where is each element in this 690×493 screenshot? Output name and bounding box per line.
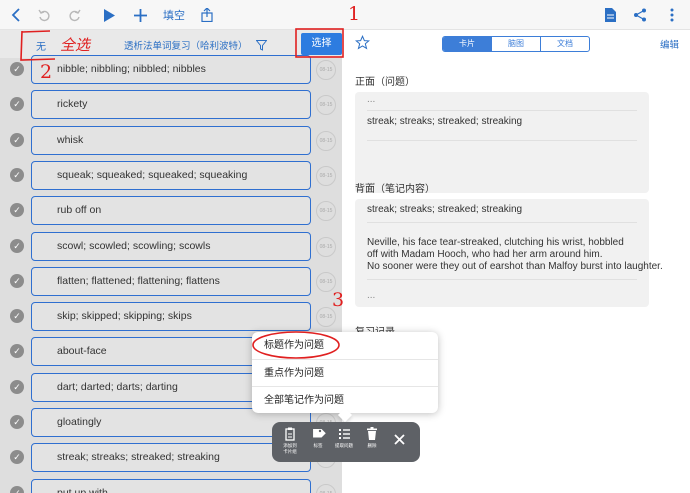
checkmark-icon[interactable]: ✓ (10, 379, 24, 394)
checkmark-icon[interactable]: ✓ (10, 344, 24, 359)
list-item[interactable]: ✓ put up with 08-15 (0, 477, 342, 493)
back-paragraph: Neville, his face tear-streaked, clutchi… (367, 237, 624, 260)
checkmark-icon[interactable]: ✓ (10, 167, 24, 182)
checkmark-icon[interactable]: ✓ (10, 309, 24, 324)
note-card[interactable]: whisk (31, 125, 311, 155)
checkmark-icon[interactable]: ✓ (10, 62, 24, 76)
list-item[interactable]: ✓ skip; skipped; skipping; skips 08-15 (0, 300, 342, 335)
tab-card[interactable]: 卡片 (443, 37, 491, 51)
list-item[interactable]: ✓ flatten; flattened; flattening; flatte… (0, 265, 342, 300)
tab-mindmap[interactable]: 脑图 (491, 37, 540, 51)
back-paragraph-2: No sooner were they out of earshot than … (367, 261, 663, 272)
select-button[interactable]: 选择 (301, 33, 342, 55)
front-text: streak; streaks; streaked; streaking (367, 116, 523, 127)
note-card[interactable]: flatten; flattened; flattening; flattens (31, 266, 311, 296)
note-card[interactable]: nibble; nibbling; nibbled; nibbles (31, 55, 311, 84)
checkmark-icon[interactable]: ✓ (10, 485, 24, 493)
undo-icon[interactable] (34, 0, 54, 30)
delete-label: 删除 (367, 443, 377, 448)
note-card[interactable]: rub off on (31, 196, 311, 226)
top-toolbar: 填空 (0, 0, 690, 30)
play-icon[interactable] (99, 0, 119, 30)
annotation-number-2: 2 (40, 61, 53, 83)
annotation-select-all: 全选 (60, 37, 91, 54)
clipboard-icon (277, 427, 303, 443)
note-card[interactable]: streak; streaks; streaked; streaking (31, 443, 311, 473)
close-icon[interactable] (387, 430, 413, 462)
add-to-deck-label: 添加到卡片组 (283, 443, 297, 454)
date-badge: 08-15 (316, 130, 336, 151)
checkmark-icon[interactable]: ✓ (10, 203, 24, 218)
mindmap-icon[interactable] (630, 0, 650, 30)
redo-icon[interactable] (64, 0, 84, 30)
menu-item-title-as-question[interactable]: 标题作为问题 (252, 332, 438, 359)
question-source-menu: 标题作为问题 重点作为问题 全部笔记作为问题 (252, 332, 438, 423)
date-badge: 08-15 (316, 236, 336, 257)
checkmark-icon[interactable]: ✓ (10, 97, 24, 112)
list-item[interactable]: ✓ squeak; squeaked; squeaked; squeaking … (0, 159, 342, 194)
list-item[interactable]: ✓ rickety 08-15 (0, 88, 342, 123)
checkmark-icon[interactable]: ✓ (10, 450, 24, 465)
list-title: 透析法单词复习（哈利波特） (124, 41, 248, 52)
delete-button[interactable]: 删除 (359, 427, 385, 459)
checkmark-icon[interactable]: ✓ (10, 415, 24, 429)
checkmark-icon[interactable]: ✓ (10, 273, 24, 288)
star-icon[interactable] (354, 34, 371, 55)
note-card[interactable]: scowl; scowled; scowling; scowls (31, 231, 311, 261)
plus-icon[interactable] (130, 0, 150, 30)
extract-question-button[interactable]: 提取问题 (331, 427, 357, 459)
menu-item-highlight-as-question[interactable]: 重点作为问题 (252, 359, 438, 386)
tab-document[interactable]: 文档 (540, 37, 589, 51)
annotation-number-1: 1 (348, 3, 361, 25)
tag-label: 标签 (313, 443, 323, 448)
list-item[interactable]: ✓ scowl; scowled; scowling; scowls 08-15 (0, 230, 342, 265)
tag-button[interactable]: 标签 (305, 427, 331, 459)
front-ellipsis: ... (367, 94, 376, 105)
date-badge: 08-15 (316, 95, 336, 116)
front-title: 正面（问题） (355, 77, 415, 88)
note-card[interactable]: rickety (31, 90, 311, 120)
note-card[interactable]: skip; skipped; skipping; skips (31, 302, 311, 332)
date-badge: 08-15 (316, 483, 336, 493)
share-icon[interactable] (197, 0, 217, 30)
view-segmented-control: 卡片 脑图 文档 (442, 36, 590, 52)
list-item[interactable]: ✓ rub off on 08-15 (0, 194, 342, 229)
date-badge: 08-15 (316, 165, 336, 186)
edit-button[interactable]: 编辑 (660, 37, 679, 51)
back-ellipsis: ... (367, 290, 376, 301)
date-badge: 08-15 (316, 60, 336, 80)
back-headline: streak; streaks; streaked; streaking (367, 204, 523, 215)
date-badge: 08-15 (316, 201, 336, 222)
checkmark-icon[interactable]: ✓ (10, 132, 24, 147)
trash-icon (359, 427, 385, 443)
list-icon (331, 427, 357, 443)
back-arrow-icon[interactable] (6, 0, 26, 30)
annotation-number-3: 3 (332, 289, 345, 311)
fill-blank-button[interactable]: 填空 (160, 0, 188, 30)
back-box: streak; streaks; streaked; streaking Nev… (355, 199, 663, 307)
document-icon[interactable] (600, 0, 620, 30)
front-box: ... streak; streaks; streaked; streaking… (355, 92, 649, 193)
checkmark-icon[interactable]: ✓ (10, 238, 24, 253)
back-title: 背面（笔记内容） (355, 184, 435, 195)
list-item[interactable]: ✓ whisk 08-15 (0, 124, 342, 159)
more-icon[interactable] (662, 0, 682, 30)
action-toolbar: 添加到卡片组 标签 提取问题 删除 (272, 422, 420, 462)
add-to-deck-button[interactable]: 添加到卡片组 (277, 427, 303, 459)
note-card[interactable]: squeak; squeaked; squeaked; squeaking (31, 160, 311, 190)
note-card[interactable]: put up with (31, 478, 311, 493)
none-button[interactable]: 无 (36, 38, 46, 53)
tag-icon (305, 427, 331, 443)
extract-question-label: 提取问题 (335, 443, 353, 448)
